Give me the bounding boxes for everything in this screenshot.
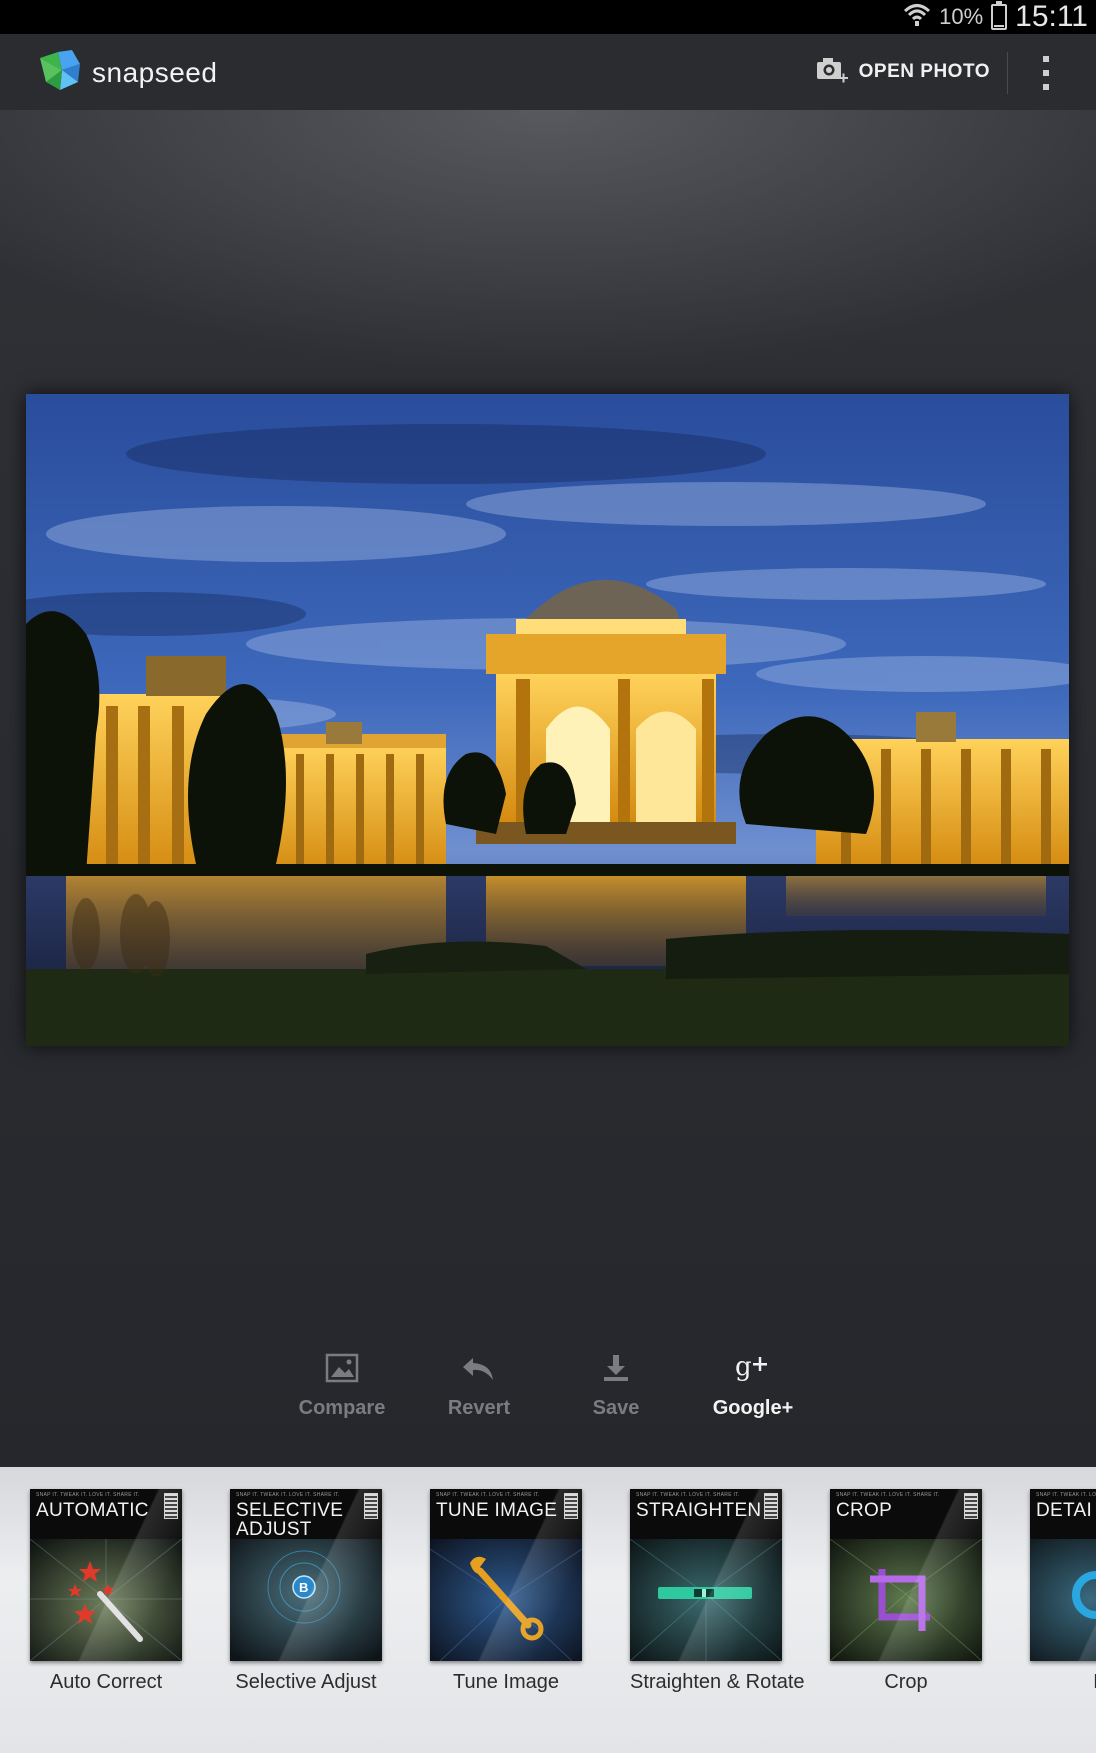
snapseed-logo-icon: [38, 48, 84, 97]
status-bar-right: 10% 15:11: [903, 0, 1088, 34]
barcode-icon: [964, 1493, 978, 1519]
wrench-icon: [430, 1539, 582, 1661]
battery-percent: 10%: [939, 4, 984, 29]
tool-card-title: AUTOMATIC: [36, 1500, 149, 1521]
barcode-icon: [364, 1493, 378, 1519]
card-fineprint: SNAP IT. TWEAK IT. LOVE IT. SHARE IT.: [436, 1492, 540, 1498]
overflow-menu-icon[interactable]: [1036, 56, 1056, 90]
tool-card: SNAP IT. TWEAK IT. LOVE IT. SHARE IT. TU…: [430, 1489, 582, 1661]
image-icon: [272, 1345, 412, 1391]
tool-label: Straighten & Rotate: [630, 1671, 805, 1693]
tool-straighten-rotate[interactable]: SNAP IT. TWEAK IT. LOVE IT. SHARE IT. ST…: [630, 1489, 805, 1694]
photo-actions: Compare Revert Save g Google+: [0, 1345, 1096, 1445]
app-logo[interactable]: snapseed: [38, 48, 217, 97]
save-label: Save: [592, 1397, 640, 1419]
tool-card: SNAP IT. TWEAK IT. LOVE IT. SHARE IT. ST…: [630, 1489, 782, 1661]
barcode-icon: [564, 1493, 578, 1519]
tool-card-title: DETAI: [1036, 1500, 1093, 1521]
tool-card: SNAP IT. TWEAK IT. LOVE IT. SHARE IT. CR…: [830, 1489, 982, 1661]
tool-label: De: [1030, 1671, 1096, 1694]
tool-card-title: STRAIGHTEN: [636, 1500, 762, 1521]
open-photo-button[interactable]: OPEN PHOTO: [815, 34, 990, 110]
photo-image: [26, 394, 1069, 1046]
tool-details[interactable]: SNAP IT. TWEAK IT. LOVE IT. SHARE IT. DE…: [1030, 1489, 1096, 1694]
camera-add-icon: [815, 55, 849, 90]
open-photo-label: OPEN PHOTO: [858, 61, 990, 82]
tool-label: Tune Image: [453, 1671, 559, 1693]
tool-card-title: TUNE IMAGE: [436, 1500, 558, 1521]
tool-auto-correct[interactable]: SNAP IT. TWEAK IT. LOVE IT. SHARE IT. AU…: [30, 1489, 182, 1694]
editor-canvas: [0, 110, 1096, 1467]
app-name: snapseed: [92, 56, 218, 88]
tool-label: Auto Correct: [49, 1671, 163, 1693]
wifi-icon: [903, 2, 931, 33]
action-bar-divider: [1007, 52, 1008, 94]
tool-card: SNAP IT. TWEAK IT. LOVE IT. SHARE IT. AU…: [30, 1489, 182, 1661]
level-icon: [630, 1539, 782, 1661]
save-button[interactable]: Save: [546, 1345, 686, 1420]
card-fineprint: SNAP IT. TWEAK IT. LOVE IT. SHARE IT.: [836, 1492, 940, 1498]
control-point-icon: B: [230, 1539, 382, 1661]
tool-selective-adjust[interactable]: SNAP IT. TWEAK IT. LOVE IT. SHARE IT. SE…: [230, 1489, 382, 1694]
google-plus-button[interactable]: g Google+: [683, 1345, 823, 1420]
tool-card: SNAP IT. TWEAK IT. LOVE IT. SHARE IT. SE…: [230, 1489, 382, 1661]
revert-label: Revert: [447, 1397, 511, 1419]
clock: 15:11: [1015, 0, 1088, 33]
status-bar: 10% 15:11: [0, 0, 1096, 34]
magic-wand-icon: [30, 1539, 182, 1661]
download-icon: [546, 1345, 686, 1391]
card-fineprint: SNAP IT. TWEAK IT. LOVE IT. SHARE IT.: [236, 1492, 340, 1498]
battery-icon: [991, 1, 1008, 30]
barcode-icon: [764, 1493, 778, 1519]
google-plus-icon: g: [683, 1345, 823, 1391]
google-plus-label: Google+: [712, 1397, 794, 1419]
tool-label: Crop: [884, 1671, 928, 1693]
details-icon: [1030, 1539, 1096, 1661]
battery-level-fill: [994, 24, 1005, 27]
tool-card: SNAP IT. TWEAK IT. LOVE IT. SHARE IT. DE…: [1030, 1489, 1096, 1661]
tool-label: Selective Adjust: [235, 1671, 377, 1693]
barcode-icon: [164, 1493, 178, 1519]
tool-card-title: CROP: [836, 1500, 893, 1521]
card-fineprint: SNAP IT. TWEAK IT. LOVE IT. SHARE IT.: [36, 1492, 140, 1498]
card-fineprint: SNAP IT. TWEAK IT. LOVE IT. SHARE IT.: [1036, 1492, 1096, 1498]
tool-crop[interactable]: SNAP IT. TWEAK IT. LOVE IT. SHARE IT. CR…: [830, 1489, 982, 1694]
undo-arrow-icon: [409, 1345, 549, 1391]
compare-button[interactable]: Compare: [272, 1345, 412, 1420]
action-bar: snapseed OPEN PHOTO: [0, 34, 1096, 111]
revert-button[interactable]: Revert: [409, 1345, 549, 1420]
tool-tune-image[interactable]: SNAP IT. TWEAK IT. LOVE IT. SHARE IT. TU…: [430, 1489, 582, 1694]
tool-card-title: SELECTIVE ADJUST: [236, 1500, 344, 1540]
tools-filmstrip[interactable]: SNAP IT. TWEAK IT. LOVE IT. SHARE IT. AU…: [0, 1467, 1096, 1753]
card-fineprint: SNAP IT. TWEAK IT. LOVE IT. SHARE IT.: [636, 1492, 740, 1498]
compare-label: Compare: [298, 1397, 386, 1419]
crop-icon: [830, 1539, 982, 1661]
svg-text:B: B: [299, 1580, 308, 1595]
svg-text:g: g: [735, 1352, 752, 1382]
photo-preview[interactable]: [26, 394, 1069, 1046]
